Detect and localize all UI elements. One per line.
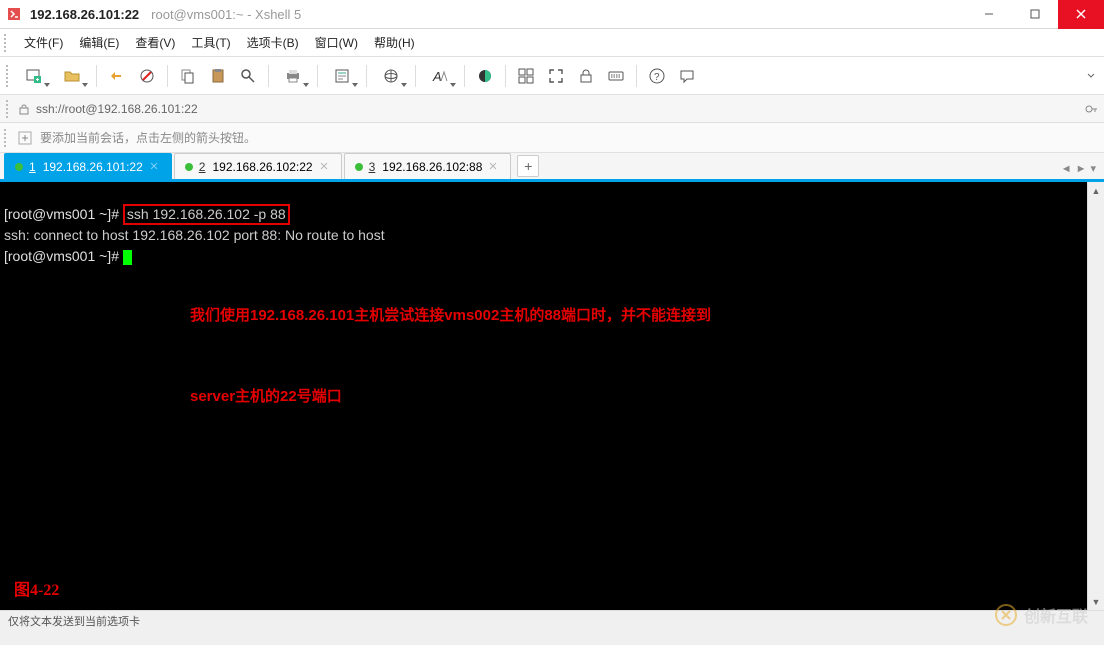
help-icon[interactable]: ? [643,62,671,90]
properties-icon[interactable] [324,62,360,90]
keyboard-icon[interactable] [602,62,630,90]
copy-icon[interactable] [174,62,202,90]
tab-close-icon[interactable] [319,161,331,173]
toolbar-overflow-icon[interactable] [1084,71,1098,81]
svg-text:A: A [432,69,442,84]
toolbar: A ? [0,57,1104,95]
hint-text: 要添加当前会话，点击左侧的箭头按钮。 [40,129,256,146]
window-minimize-button[interactable] [966,0,1012,29]
tab-close-icon[interactable] [149,161,161,173]
paste-icon[interactable] [204,62,232,90]
titlebar-subtitle: root@vms001:~ - Xshell 5 [151,7,301,22]
status-bar: 仅将文本发送到当前选项卡 [0,610,1104,630]
color-scheme-icon[interactable] [471,62,499,90]
password-icon[interactable] [1084,102,1098,116]
window-close-button[interactable] [1058,0,1104,29]
status-text: 仅将文本发送到当前选项卡 [8,613,140,629]
scrollbar-up-icon[interactable]: ▲ [1088,182,1104,199]
tab-number: 1 [29,160,36,174]
lock-icon[interactable] [572,62,600,90]
titlebar-host: 192.168.26.101:22 [30,7,139,22]
session-tab-2[interactable]: 2 192.168.26.102:22 [174,153,342,179]
menu-tools[interactable]: 工具(T) [183,30,238,55]
tab-close-icon[interactable] [488,161,500,173]
disconnect-icon[interactable] [133,62,161,90]
font-icon[interactable]: A [422,62,458,90]
print-icon[interactable] [275,62,311,90]
menu-view[interactable]: 查看(V) [127,30,183,55]
xshell-app-icon [6,6,22,22]
tab-label: 192.168.26.102:22 [212,160,312,174]
hint-bar: 要添加当前会话，点击左侧的箭头按钮。 [0,123,1104,153]
tab-nav: ◄ ► ▾ [1061,162,1100,179]
window-maximize-button[interactable] [1012,0,1058,29]
menu-help[interactable]: 帮助(H) [366,30,423,55]
addrbar-grip[interactable] [6,100,12,118]
tab-prev-icon[interactable]: ◄ [1061,163,1072,175]
terminal-scrollbar[interactable]: ▲ ▼ [1087,182,1104,610]
tab-label: 192.168.26.102:88 [382,160,482,174]
tile-icon[interactable] [512,62,540,90]
tab-number: 3 [369,160,376,174]
hintbar-grip[interactable] [4,129,10,147]
tab-number: 2 [199,160,206,174]
tab-label: 192.168.26.101:22 [43,160,143,174]
menu-window[interactable]: 窗口(W) [307,30,366,55]
address-bar: ssh://root@192.168.26.101:22 [0,95,1104,123]
toolbar-grip[interactable] [6,65,12,87]
terminal-prompt: [root@vms001 ~]# [4,206,123,222]
new-session-icon[interactable] [16,62,52,90]
add-session-button[interactable] [16,129,34,147]
terminal-command-highlight: ssh 192.168.26.102 -p 88 [123,204,290,225]
scrollbar-track[interactable] [1088,199,1104,593]
menubar-grip[interactable] [4,34,10,52]
tab-list-icon[interactable]: ▾ [1090,162,1096,175]
tab-strip: 1 192.168.26.101:22 2 192.168.26.102:22 … [0,153,1104,182]
session-tab-1[interactable]: 1 192.168.26.101:22 [4,153,172,179]
menu-bar: 文件(F) 编辑(E) 查看(V) 工具(T) 选项卡(B) 窗口(W) 帮助(… [0,29,1104,57]
lock-small-icon [18,103,30,115]
status-dot-icon [15,163,23,171]
feedback-icon[interactable] [673,62,701,90]
figure-label: 图4-22 [14,581,59,600]
terminal-prompt: [root@vms001 ~]# [4,248,123,264]
menu-edit[interactable]: 编辑(E) [71,30,127,55]
terminal[interactable]: [root@vms001 ~]# ssh 192.168.26.102 -p 8… [0,182,1087,610]
annotation-text: 我们使用192.168.26.101主机尝试连接vms002主机的88端口时，并… [190,248,711,464]
terminal-output: ssh: connect to host 192.168.26.102 port… [4,227,385,243]
menu-tabs[interactable]: 选项卡(B) [239,30,307,55]
tab-add-button[interactable]: + [517,155,539,177]
status-dot-icon [185,163,193,171]
status-dot-icon [355,163,363,171]
svg-text:?: ? [654,72,660,83]
browser-icon[interactable] [373,62,409,90]
fullscreen-icon[interactable] [542,62,570,90]
tab-next-icon[interactable]: ► [1076,163,1087,175]
title-bar: 192.168.26.101:22 root@vms001:~ - Xshell… [0,0,1104,29]
scrollbar-down-icon[interactable]: ▼ [1088,593,1104,610]
session-tab-3[interactable]: 3 192.168.26.102:88 [344,153,512,179]
terminal-cursor [123,250,132,265]
address-url[interactable]: ssh://root@192.168.26.101:22 [36,102,1078,116]
menu-file[interactable]: 文件(F) [16,30,71,55]
reconnect-icon[interactable] [103,62,131,90]
open-icon[interactable] [54,62,90,90]
find-icon[interactable] [234,62,262,90]
